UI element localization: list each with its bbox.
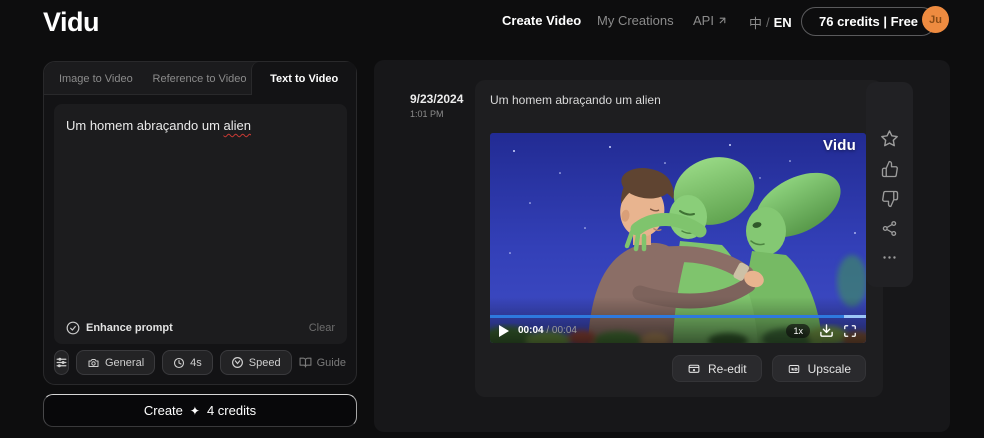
sparkle-icon: ✦ xyxy=(189,403,200,418)
generation-panel: Image to Video Reference to Video Text t… xyxy=(43,61,357,385)
upscale-label: Upscale xyxy=(807,361,851,376)
creation-actions-strip xyxy=(866,82,913,287)
user-avatar[interactable]: Ju xyxy=(922,6,949,33)
more-options-icon[interactable] xyxy=(881,249,898,266)
enhance-prompt-toggle[interactable]: Enhance prompt xyxy=(66,321,173,335)
thumbs-down-icon[interactable] xyxy=(881,190,899,208)
clock-icon xyxy=(173,357,185,369)
re-edit-button[interactable]: Re-edit xyxy=(671,355,762,382)
external-link-arrow-icon xyxy=(717,15,728,26)
guide-link[interactable]: Guide xyxy=(299,356,346,369)
time-separator: / xyxy=(546,325,550,336)
creation-date: 9/23/2024 xyxy=(410,92,464,106)
play-button[interactable] xyxy=(499,324,509,337)
current-time: 00:04 xyxy=(518,325,544,336)
mode-tabbar: Image to Video Reference to Video Text t… xyxy=(44,62,357,95)
creations-panel: 9/23/2024 1:01 PM Um homem abraçando um … xyxy=(374,60,950,432)
style-general-button[interactable]: General xyxy=(76,350,156,375)
nav-api-label: API xyxy=(693,13,714,28)
create-button-cost: 4 credits xyxy=(206,403,257,418)
re-edit-label: Re-edit xyxy=(707,361,747,376)
vidu-logo[interactable]: Vidu xyxy=(43,7,100,38)
sliders-icon xyxy=(55,356,68,369)
creation-time: 1:01 PM xyxy=(410,109,444,119)
tab-image-to-video[interactable]: Image to Video xyxy=(44,62,148,95)
fullscreen-icon[interactable] xyxy=(843,324,857,338)
guide-label: Guide xyxy=(316,356,346,369)
prompt-flagged-word: alien xyxy=(223,118,251,133)
creation-timestamp: 9/23/2024 1:01 PM xyxy=(410,92,463,119)
duration-button[interactable]: 4s xyxy=(162,350,213,375)
speed-mode-label: Speed xyxy=(248,356,281,369)
tab-reference-to-video[interactable]: Reference to Video xyxy=(148,62,252,95)
duration-label: 4s xyxy=(190,356,202,369)
book-icon xyxy=(299,356,312,369)
create-button[interactable]: Create ✦ 4 credits xyxy=(43,394,357,427)
favorite-star-icon[interactable] xyxy=(880,129,899,148)
language-toggle[interactable]: 中 / EN xyxy=(749,13,792,32)
prompt-input[interactable]: Um homem abraçando um alien Enhance prom… xyxy=(54,104,347,344)
prompt-text: Um homem abraçando um alien xyxy=(66,118,251,133)
card-actions: Re-edit Upscale xyxy=(671,355,866,382)
language-zh[interactable]: 中 xyxy=(749,13,762,32)
vidu-watermark: Vidu xyxy=(822,137,856,154)
download-icon[interactable] xyxy=(819,323,834,338)
tab-text-to-video[interactable]: Text to Video xyxy=(251,62,357,95)
video-controls: 00:04 / 00:04 1x xyxy=(490,318,866,343)
upscale-icon xyxy=(787,363,801,375)
advanced-settings-button[interactable] xyxy=(54,350,69,375)
video-time: 00:04 / 00:04 xyxy=(518,325,577,336)
credits-button[interactable]: 76 credits | Free xyxy=(801,7,937,36)
total-time: 00:04 xyxy=(551,325,577,336)
check-circle-icon xyxy=(66,321,80,335)
options-row: General 4s Speed Guide xyxy=(54,350,346,375)
create-button-label: Create xyxy=(143,403,183,418)
video-player[interactable]: Vidu 00:04 / 00:04 1x xyxy=(490,133,866,343)
nav-my-creations[interactable]: My Creations xyxy=(597,13,674,28)
prompt-footer: Enhance prompt Clear xyxy=(66,321,335,335)
thumbs-up-icon[interactable] xyxy=(881,160,899,178)
creation-card: Um homem abraçando um alien Vidu 00:04 /… xyxy=(475,80,883,397)
enhance-prompt-label: Enhance prompt xyxy=(86,322,173,334)
nav-api[interactable]: API xyxy=(693,13,728,28)
share-icon[interactable] xyxy=(881,220,898,237)
creation-title: Um homem abraçando um alien xyxy=(490,93,661,107)
speed-mode-button[interactable]: Speed xyxy=(219,350,292,375)
clear-button[interactable]: Clear xyxy=(309,322,335,334)
playback-speed-button[interactable]: 1x xyxy=(786,323,810,338)
language-en[interactable]: EN xyxy=(774,15,792,30)
language-separator: / xyxy=(766,15,770,30)
gauge-icon xyxy=(231,356,244,369)
upscale-button[interactable]: Upscale xyxy=(771,355,866,382)
style-general-label: General xyxy=(105,356,145,369)
navbar: Vidu Create Video My Creations API 中 / E… xyxy=(0,0,984,50)
re-edit-icon xyxy=(687,362,701,375)
camera-icon xyxy=(87,357,100,369)
nav-create-video[interactable]: Create Video xyxy=(502,13,581,28)
